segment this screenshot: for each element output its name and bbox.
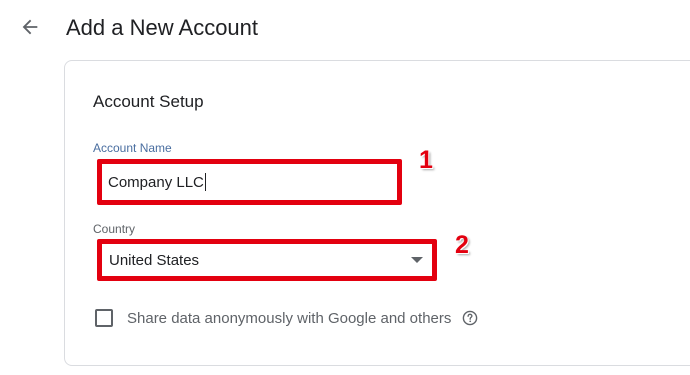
account-setup-card: Account Setup Account Name Company LLC 1… bbox=[64, 60, 690, 366]
text-caret bbox=[204, 173, 206, 191]
dropdown-arrow-icon bbox=[411, 257, 423, 263]
help-circle-icon[interactable] bbox=[462, 310, 478, 326]
step-1-marker: 1 bbox=[419, 146, 433, 174]
account-name-input[interactable]: Company LLC bbox=[97, 159, 402, 205]
arrow-back-icon bbox=[22, 19, 38, 35]
country-selected-value: United States bbox=[109, 251, 200, 269]
share-data-checkbox[interactable] bbox=[95, 309, 113, 327]
page-title: Add a New Account bbox=[66, 15, 259, 40]
top-bar: Add a New Account bbox=[0, 0, 690, 58]
account-name-label: Account Name bbox=[93, 141, 172, 155]
back-button[interactable] bbox=[15, 12, 45, 42]
country-label: Country bbox=[93, 222, 136, 236]
account-name-value: Company LLC bbox=[108, 173, 204, 191]
section-title: Account Setup bbox=[93, 92, 204, 111]
share-data-row: Share data anonymously with Google and o… bbox=[95, 306, 478, 330]
share-data-label[interactable]: Share data anonymously with Google and o… bbox=[127, 310, 451, 327]
country-select[interactable]: United States bbox=[97, 239, 437, 281]
step-2-marker: 2 bbox=[455, 231, 469, 259]
